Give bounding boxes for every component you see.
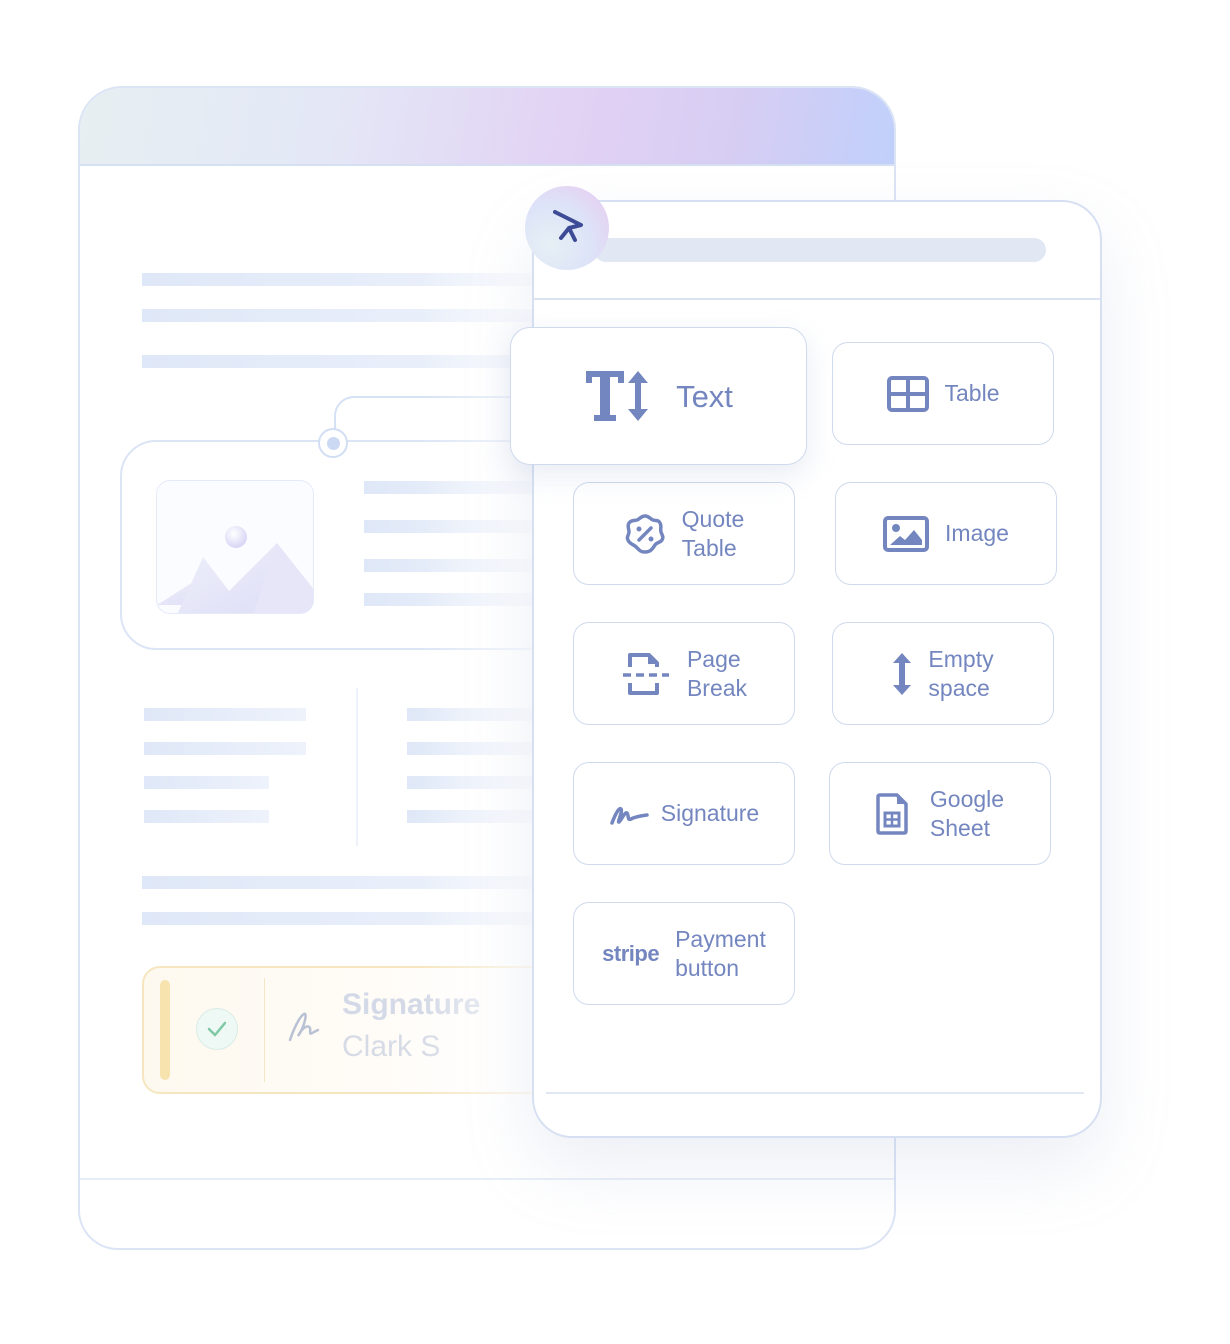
text-placeholder-line (144, 742, 306, 755)
block-label: Image (945, 520, 1009, 546)
signature-icon (609, 801, 649, 827)
page-break-icon (621, 651, 671, 697)
discount-badge-icon (624, 513, 666, 555)
block-text[interactable]: Text (510, 327, 807, 465)
vertical-arrows-icon (892, 652, 912, 696)
block-label: Empty space (928, 645, 994, 701)
block-label: Quote Table (681, 505, 745, 561)
connector-node (318, 428, 348, 458)
block-table[interactable]: Table (832, 342, 1054, 445)
stripe-logo: stripe (602, 941, 660, 966)
document-footer-divider (80, 1178, 894, 1180)
block-image[interactable]: Image (835, 482, 1057, 585)
block-label: Text (676, 378, 733, 414)
block-signature[interactable]: Signature (573, 762, 795, 865)
text-placeholder-line (144, 810, 269, 823)
document-header (80, 88, 894, 166)
image-placeholder (156, 480, 314, 614)
block-payment-button[interactable]: stripe Payment button (573, 902, 795, 1005)
cursor-arrow-icon (553, 210, 583, 242)
check-icon (196, 1008, 238, 1050)
image-icon (883, 515, 930, 552)
column-divider (356, 688, 358, 846)
handwriting-icon (286, 1010, 322, 1049)
block-empty-space[interactable]: Empty space (832, 622, 1054, 725)
spreadsheet-icon (876, 792, 908, 835)
block-label: Table (944, 380, 1000, 406)
panel-divider (534, 298, 1100, 300)
table-icon (886, 375, 929, 412)
signature-divider (264, 978, 265, 1082)
block-label: Page Break (686, 645, 748, 701)
panel-divider (546, 1092, 1084, 1094)
cursor-badge (525, 186, 609, 270)
block-page-break[interactable]: Page Break (573, 622, 795, 725)
block-label: Payment button (675, 925, 766, 981)
text-placeholder-line (144, 776, 269, 789)
mountain-image-icon (157, 526, 313, 613)
block-label: Signature (660, 800, 760, 826)
block-label: Google Sheet (929, 785, 1005, 841)
block-quote-table[interactable]: Quote Table (573, 482, 795, 585)
text-height-icon (584, 369, 650, 423)
panel-search-bar[interactable] (594, 238, 1046, 262)
block-google-sheet[interactable]: Google Sheet (829, 762, 1051, 865)
text-placeholder-line (144, 708, 306, 721)
signature-status-stripe (160, 980, 170, 1080)
